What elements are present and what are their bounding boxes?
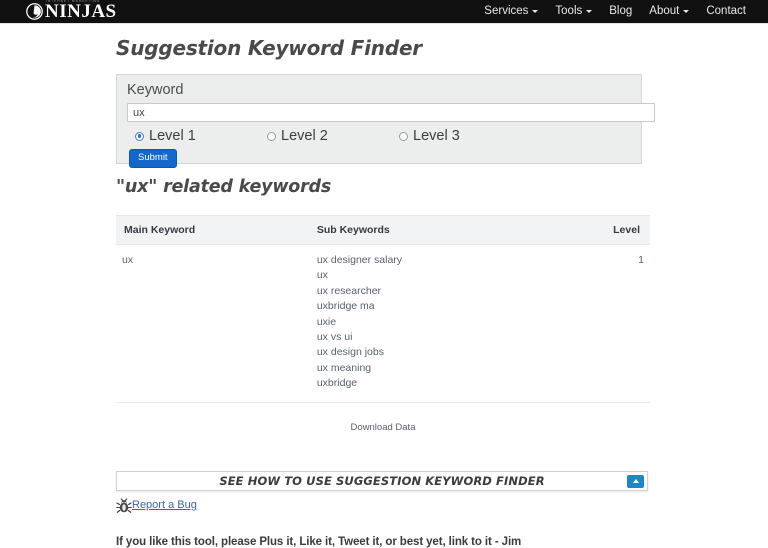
nav-links: Services Tools Blog About Contact: [484, 4, 746, 18]
results-table-wrap: Main Keyword Sub Keywords Level ux ux de…: [116, 215, 650, 435]
nav-item-services[interactable]: Services: [484, 4, 539, 18]
accordion-title: SEE HOW TO USE SUGGESTION KEYWORD FINDER: [219, 473, 545, 488]
keyword-form-panel: Keyword Level 1 Level 2 Level 3 Submit: [116, 74, 655, 168]
nav-item-contact[interactable]: Contact: [706, 4, 746, 18]
nav-item-services-label: Services: [484, 4, 529, 17]
report-bug-link[interactable]: Report a Bug: [132, 500, 197, 511]
chevron-down-icon: [586, 10, 593, 13]
chevron-down-icon: [532, 10, 539, 13]
nav-item-tools-label: Tools: [555, 4, 583, 17]
results-table-head: Main Keyword Sub Keywords Level: [116, 215, 650, 245]
radio-level-2[interactable]: [267, 131, 276, 141]
bug-icon: [116, 498, 132, 514]
accordion-toggle-button[interactable]: [627, 474, 644, 488]
level-1-label: Level 1: [149, 128, 196, 144]
sub-keyword-item: uxbridge: [316, 377, 358, 390]
cell-main-keyword: ux: [116, 244, 311, 403]
cell-sub-keywords: ux designer salary ux ux researcher uxbr…: [310, 244, 608, 403]
level-3-label: Level 3: [413, 128, 460, 144]
nav-item-contact-label: Contact: [706, 4, 746, 17]
top-navbar: INTERNET MARKETING NINJAS Services Tools…: [0, 0, 768, 24]
spiral-logo-icon: [26, 3, 43, 20]
sub-keyword-item: uxbridge ma: [316, 300, 375, 313]
header-level: Level: [607, 215, 650, 245]
header-sub-keywords: Sub Keywords: [310, 215, 608, 245]
table-header-row: Main Keyword Sub Keywords Level: [116, 215, 650, 245]
brand-name: NINJAS: [45, 1, 117, 22]
level-radio-group: Level 1 Level 2 Level 3: [135, 129, 460, 144]
download-row: Download Data: [116, 403, 650, 435]
cell-level: 1: [607, 244, 650, 403]
page-body: Suggestion Keyword Finder Keyword Level …: [0, 24, 768, 548]
results-title: "ux" related keywords: [116, 177, 332, 197]
radio-level-3[interactable]: [399, 131, 408, 141]
level-option-3[interactable]: Level 3: [399, 129, 460, 144]
submit-button[interactable]: Submit: [129, 149, 177, 168]
nav-item-blog-label: Blog: [609, 4, 633, 17]
chevron-down-icon: [683, 10, 690, 13]
nav-item-about[interactable]: About: [649, 4, 690, 18]
level-2-label: Level 2: [281, 128, 328, 144]
nav-item-tools[interactable]: Tools: [555, 4, 593, 18]
sub-keyword-item: uxie: [316, 315, 337, 328]
keyword-label: Keyword: [127, 82, 184, 98]
content-column: Suggestion Keyword Finder Keyword Level …: [116, 24, 655, 548]
table-row: ux ux designer salary ux ux researcher u…: [116, 244, 650, 403]
header-main-keyword: Main Keyword: [116, 215, 311, 245]
radio-level-1[interactable]: [135, 131, 144, 141]
results-table-body: ux ux designer salary ux ux researcher u…: [116, 244, 650, 403]
report-bug-row: Report a Bug: [116, 498, 650, 514]
sub-keyword-item: ux vs ui: [316, 331, 353, 344]
nav-item-blog[interactable]: Blog: [609, 4, 633, 18]
page-title: Suggestion Keyword Finder: [116, 36, 422, 60]
results-table: Main Keyword Sub Keywords Level ux ux de…: [116, 215, 650, 403]
download-data-link[interactable]: Download Data: [351, 422, 416, 433]
sub-keyword-item: ux researcher: [316, 284, 382, 297]
sub-keyword-item: ux designer salary: [316, 254, 403, 266]
footer-note: If you like this tool, please Plus it, L…: [116, 535, 522, 548]
sub-keyword-item: ux: [316, 269, 328, 282]
brand-logo[interactable]: INTERNET MARKETING NINJAS: [26, 0, 117, 22]
sub-keyword-item: ux meaning: [316, 361, 372, 374]
how-to-use-accordion[interactable]: SEE HOW TO USE SUGGESTION KEYWORD FINDER: [116, 470, 648, 491]
nav-item-about-label: About: [649, 4, 680, 17]
triangle-up-icon: [632, 479, 639, 484]
keyword-input[interactable]: [127, 103, 655, 122]
level-option-1[interactable]: Level 1: [135, 129, 267, 144]
sub-keyword-item: ux design jobs: [316, 346, 384, 359]
level-option-2[interactable]: Level 2: [267, 129, 399, 144]
